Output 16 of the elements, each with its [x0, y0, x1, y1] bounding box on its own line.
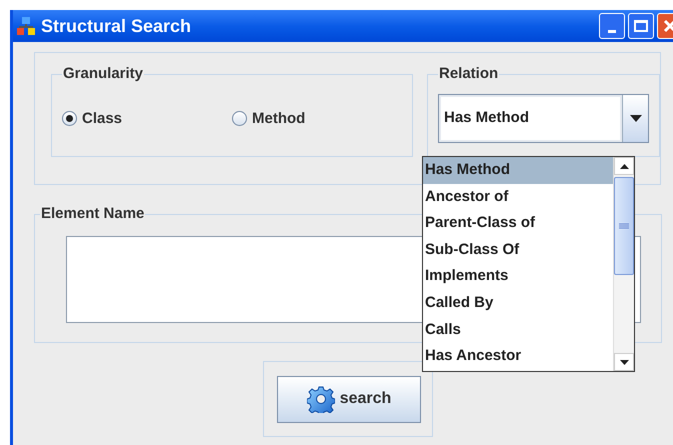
group-title: Element Name: [40, 204, 146, 224]
list-item[interactable]: Called By: [423, 290, 613, 317]
list-item[interactable]: Ancestor of: [423, 184, 613, 210]
list-item[interactable]: Parent-Class of: [423, 210, 613, 237]
list-item[interactable]: Sub-Class Of: [423, 236, 613, 264]
group-title: Relation: [438, 64, 500, 84]
list-item[interactable]: Implements: [423, 263, 613, 290]
search-button[interactable]: search: [277, 376, 421, 422]
radio-button[interactable]: Method: [232, 108, 402, 130]
list-item[interactable]: Has Method: [423, 157, 613, 184]
relation-dropdown[interactable]: Has Method: [438, 94, 649, 142]
list-item[interactable]: Calls: [423, 316, 613, 344]
radio-button[interactable]: Class: [62, 108, 232, 130]
list-item[interactable]: Has Ancestor: [423, 343, 613, 370]
window-title: Structural Search: [41, 14, 192, 38]
group-title: Granularity: [62, 64, 144, 84]
